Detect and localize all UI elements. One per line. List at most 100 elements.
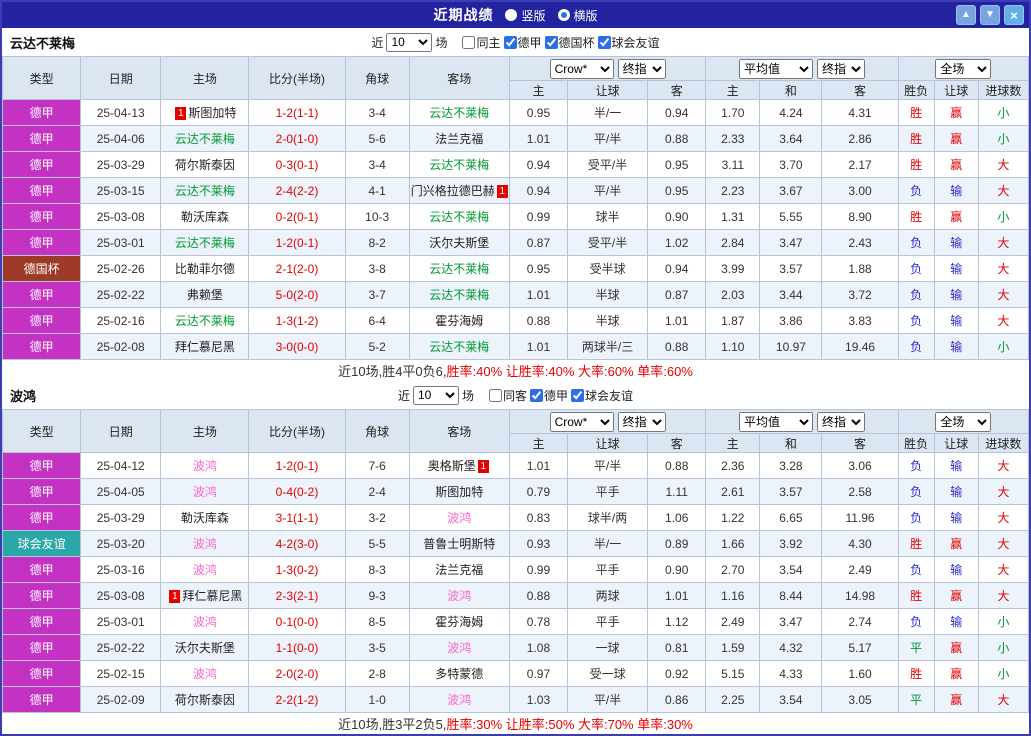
checkbox-德甲[interactable]: [530, 388, 543, 402]
checkbox-德甲[interactable]: [503, 35, 517, 49]
checkbox-同客[interactable]: [488, 388, 502, 402]
full-match-select[interactable]: 全场: [935, 58, 992, 79]
league-type-cell: 德国杯: [2, 255, 82, 282]
full-match-select[interactable]: 全场: [935, 411, 992, 432]
filter-checkbox-同主[interactable]: 同主: [462, 34, 501, 51]
home-team-label: 波鸿: [192, 459, 217, 473]
recent-count-select[interactable]: 10: [386, 32, 433, 52]
view-radio-vertical[interactable]: 竖版: [505, 7, 546, 24]
home-team: 云达不莱梅: [160, 125, 250, 152]
avg-home-odds: 2.84: [705, 229, 761, 256]
avg-home-odds: 2.70: [705, 556, 761, 583]
home-team-label: 云达不莱梅: [174, 236, 235, 250]
dropdown-header-cell: 平均值 终指: [705, 56, 899, 81]
away-team: 云达不莱梅: [408, 333, 510, 360]
score-cell: 0-2(0-1): [248, 203, 346, 230]
home-team: 荷尔斯泰因: [160, 686, 250, 713]
sub-column-header: 主: [705, 433, 761, 453]
away-team: 法兰克福: [408, 125, 510, 152]
view-radio-horizontal[interactable]: 横版: [557, 7, 598, 24]
results-table: 类型 日期 主场 比分(半场) 角球 客场 Crow* 终指 平均值 终指 全场主让球客主和客胜负让…: [2, 56, 1029, 360]
crown-home-odds: 0.78: [508, 608, 569, 635]
avg-draw-odds: 3.54: [759, 686, 823, 713]
away-team-label: 斯图加特: [435, 485, 484, 499]
filter-checkbox-德甲[interactable]: 德甲: [530, 387, 568, 404]
away-team: 波鸿: [408, 686, 510, 713]
filter-checkbox-德国杯[interactable]: 德国杯: [544, 34, 595, 51]
avg-home-odds: 5.15: [705, 660, 761, 687]
home-team: 荷尔斯泰因: [160, 151, 250, 178]
goals-over-under: 大: [977, 504, 1029, 531]
win-loss-result: 负: [897, 229, 935, 256]
scroll-down-button[interactable]: ▼: [980, 5, 1000, 25]
avg-away-odds: 2.49: [821, 556, 899, 583]
crown-away-odds: 0.90: [647, 203, 707, 230]
filter-checkbox-球会友谊[interactable]: 球会友谊: [597, 34, 660, 51]
league-type-cell: 德甲: [2, 151, 82, 178]
win-loss-result: 负: [897, 608, 935, 635]
home-team: 波鸿: [160, 556, 250, 583]
handicap-result: 输: [933, 229, 979, 256]
recent-count-select[interactable]: 10: [412, 385, 459, 405]
filter-checkbox-球会友谊[interactable]: 球会友谊: [571, 387, 633, 404]
home-team-label: 拜仁慕尼黑: [182, 589, 243, 603]
checkbox-德国杯[interactable]: [544, 35, 558, 49]
match-row: 德甲 25-03-29 勒沃库森 3-1(1-1) 3-2 波鸿 0.83 球半/两 1.06 1…: [2, 504, 1029, 531]
average-odds-select[interactable]: 平均值: [738, 58, 813, 79]
final-index-select-2[interactable]: 终指: [816, 411, 865, 432]
match-date: 25-04-06: [80, 125, 162, 152]
filter-checkbox-德甲[interactable]: 德甲: [503, 34, 542, 51]
sections-container: 云达不莱梅近 10 场同主 德甲 德国杯 球会友谊 类型 日期 主场 比分(半场) 角球 客场 Crow…: [2, 28, 1029, 734]
home-team-label: 比勒菲尔德: [174, 262, 235, 276]
handicap-result: 输: [933, 333, 979, 360]
home-team: 云达不莱梅: [160, 307, 250, 334]
column-header: 主场: [160, 56, 250, 100]
home-team-label: 拜仁慕尼黑: [174, 340, 235, 354]
summary-rates: 胜率:30% 让胜率:50% 大率:70% 单率:30%: [446, 717, 693, 732]
checkbox-球会友谊[interactable]: [597, 35, 611, 49]
checkbox-同主[interactable]: [462, 35, 476, 49]
crown-handicap: 受平/半: [567, 151, 649, 178]
column-header: 客场: [408, 409, 510, 453]
handicap-result: 输: [933, 556, 979, 583]
team-section-1: 云达不莱梅近 10 场同主 德甲 德国杯 球会友谊 类型 日期 主场 比分(半场) 角球 客场 Crow…: [2, 28, 1029, 381]
home-team: 云达不莱梅: [160, 229, 250, 256]
crown-home-odds: 0.79: [508, 478, 569, 505]
close-button[interactable]: ×: [1004, 5, 1024, 25]
avg-draw-odds: 3.64: [759, 125, 823, 152]
average-odds-select[interactable]: 平均值: [738, 411, 813, 432]
goals-over-under: 大: [977, 452, 1029, 479]
crow-odds-select[interactable]: Crow*: [549, 411, 614, 432]
corner-count: 8-5: [344, 608, 410, 635]
corner-count: 5-2: [344, 333, 410, 360]
sub-column-header: 和: [759, 80, 823, 100]
goals-over-under: 大: [977, 307, 1029, 334]
goals-over-under: 小: [977, 333, 1029, 360]
score-cell: 2-0(1-0): [248, 125, 346, 152]
away-team-label: 普鲁士明斯特: [423, 537, 496, 551]
final-index-select-2[interactable]: 终指: [816, 58, 865, 79]
sub-column-header: 客: [821, 433, 899, 453]
crown-home-odds: 0.94: [508, 177, 569, 204]
scroll-up-button[interactable]: ▲: [956, 5, 976, 25]
filter-checkbox-同客[interactable]: 同客: [488, 387, 527, 404]
final-index-select[interactable]: 终指: [617, 58, 666, 79]
final-index-select[interactable]: 终指: [617, 411, 666, 432]
crow-odds-select[interactable]: Crow*: [549, 58, 614, 79]
checkbox-球会友谊[interactable]: [571, 388, 585, 402]
match-date: 25-03-15: [80, 177, 162, 204]
away-team: 多特蒙德: [408, 660, 510, 687]
avg-away-odds: 4.31: [821, 99, 899, 126]
avg-home-odds: 1.10: [705, 333, 761, 360]
away-team: 云达不莱梅: [408, 99, 510, 126]
crown-away-odds: 0.86: [647, 686, 707, 713]
match-row: 德甲 25-04-13 1 斯图加特 1-2(1-1) 3-4 云达不莱梅 0.95 半/一 0.…: [2, 99, 1029, 126]
league-type-cell: 德甲: [2, 504, 82, 531]
avg-draw-odds: 5.55: [759, 203, 823, 230]
goals-over-under: 大: [977, 177, 1029, 204]
score-cell: 0-4(0-2): [248, 478, 346, 505]
league-type-cell: 德甲: [2, 478, 82, 505]
match-date: 25-02-15: [80, 660, 162, 687]
avg-home-odds: 2.25: [705, 686, 761, 713]
results-table: 类型 日期 主场 比分(半场) 角球 客场 Crow* 终指 平均值 终指 全场主让球客主和客胜负让…: [2, 409, 1029, 713]
